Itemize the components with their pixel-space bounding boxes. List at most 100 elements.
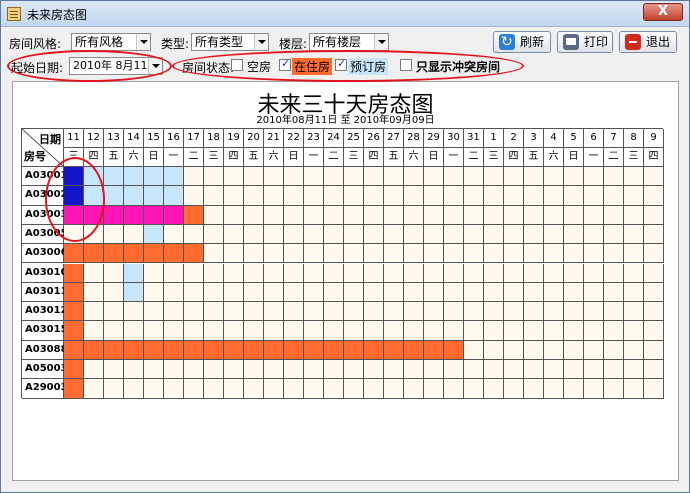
room-day-cell[interactable] xyxy=(224,167,244,187)
room-day-cell[interactable] xyxy=(324,340,344,360)
room-day-cell[interactable] xyxy=(464,186,484,206)
room-day-cell[interactable] xyxy=(404,224,424,245)
room-day-cell[interactable] xyxy=(504,302,524,322)
room-day-cell[interactable] xyxy=(584,224,604,245)
room-day-cell[interactable] xyxy=(84,244,104,264)
room-day-cell[interactable] xyxy=(384,263,404,283)
room-day-cell[interactable] xyxy=(264,167,284,187)
room-day-cell[interactable] xyxy=(404,302,424,322)
room-day-cell[interactable] xyxy=(424,321,444,341)
room-day-cell[interactable] xyxy=(244,379,264,399)
room-day-cell[interactable] xyxy=(424,360,444,380)
room-day-cell[interactable] xyxy=(104,360,124,380)
room-day-cell[interactable] xyxy=(524,282,544,303)
room-day-cell[interactable] xyxy=(244,340,264,360)
room-day-cell[interactable] xyxy=(144,186,164,206)
room-day-cell[interactable] xyxy=(144,167,164,187)
room-day-cell[interactable] xyxy=(564,379,584,399)
room-day-cell[interactable] xyxy=(624,205,644,225)
room-day-cell[interactable] xyxy=(104,379,124,399)
room-day-cell[interactable] xyxy=(624,224,644,245)
room-day-cell[interactable] xyxy=(624,321,644,341)
room-day-cell[interactable] xyxy=(324,302,344,322)
room-day-cell[interactable] xyxy=(264,340,284,360)
room-day-cell[interactable] xyxy=(424,186,444,206)
room-day-cell[interactable] xyxy=(524,379,544,399)
room-day-cell[interactable] xyxy=(504,321,524,341)
room-day-cell[interactable] xyxy=(184,302,204,322)
room-day-cell[interactable] xyxy=(284,224,304,245)
room-day-cell[interactable] xyxy=(444,282,464,303)
room-day-cell[interactable] xyxy=(584,263,604,283)
room-day-cell[interactable] xyxy=(324,205,344,225)
room-day-cell[interactable] xyxy=(484,263,504,283)
room-day-cell[interactable] xyxy=(544,224,564,245)
room-day-cell[interactable] xyxy=(384,244,404,264)
room-day-cell[interactable] xyxy=(604,244,624,264)
room-day-cell[interactable] xyxy=(84,340,104,360)
room-day-cell[interactable] xyxy=(444,340,464,360)
room-day-cell[interactable] xyxy=(84,302,104,322)
room-day-cell[interactable] xyxy=(304,360,324,380)
room-day-cell[interactable] xyxy=(404,167,424,187)
room-day-cell[interactable] xyxy=(504,379,524,399)
room-day-cell[interactable] xyxy=(364,321,384,341)
room-day-cell[interactable] xyxy=(224,379,244,399)
room-day-cell[interactable] xyxy=(624,186,644,206)
room-day-cell[interactable] xyxy=(344,167,364,187)
room-day-cell[interactable] xyxy=(404,360,424,380)
room-day-cell[interactable] xyxy=(304,282,324,303)
room-day-cell[interactable] xyxy=(464,302,484,322)
room-day-cell[interactable] xyxy=(484,186,504,206)
room-day-cell[interactable] xyxy=(244,263,264,283)
room-day-cell[interactable] xyxy=(484,205,504,225)
room-day-cell[interactable] xyxy=(584,244,604,264)
room-day-cell[interactable] xyxy=(484,244,504,264)
room-day-cell[interactable] xyxy=(264,205,284,225)
room-day-cell[interactable] xyxy=(524,302,544,322)
room-day-cell[interactable] xyxy=(144,205,164,225)
exit-button[interactable]: 退出 xyxy=(619,31,677,53)
room-day-cell[interactable] xyxy=(384,360,404,380)
room-day-cell[interactable] xyxy=(504,167,524,187)
room-day-cell[interactable] xyxy=(424,205,444,225)
room-day-cell[interactable] xyxy=(244,244,264,264)
room-day-cell[interactable] xyxy=(564,263,584,283)
room-day-cell[interactable] xyxy=(384,224,404,245)
room-day-cell[interactable] xyxy=(64,360,84,380)
room-day-cell[interactable] xyxy=(404,205,424,225)
room-day-cell[interactable] xyxy=(504,186,524,206)
room-day-cell[interactable] xyxy=(584,321,604,341)
room-day-cell[interactable] xyxy=(264,379,284,399)
room-day-cell[interactable] xyxy=(404,263,424,283)
room-day-cell[interactable] xyxy=(164,167,184,187)
room-day-cell[interactable] xyxy=(164,360,184,380)
room-day-cell[interactable] xyxy=(324,244,344,264)
room-day-cell[interactable] xyxy=(604,186,624,206)
room-day-cell[interactable] xyxy=(324,224,344,245)
room-day-cell[interactable] xyxy=(84,263,104,283)
room-day-cell[interactable] xyxy=(104,302,124,322)
room-day-cell[interactable] xyxy=(604,340,624,360)
room-day-cell[interactable] xyxy=(644,302,664,322)
room-day-cell[interactable] xyxy=(224,244,244,264)
room-day-cell[interactable] xyxy=(524,340,544,360)
room-day-cell[interactable] xyxy=(364,340,384,360)
room-day-cell[interactable] xyxy=(344,224,364,245)
room-day-cell[interactable] xyxy=(364,167,384,187)
room-day-cell[interactable] xyxy=(164,321,184,341)
room-day-cell[interactable] xyxy=(404,244,424,264)
room-day-cell[interactable] xyxy=(544,167,564,187)
room-day-cell[interactable] xyxy=(144,340,164,360)
room-day-cell[interactable] xyxy=(124,360,144,380)
room-day-cell[interactable] xyxy=(624,340,644,360)
room-day-cell[interactable] xyxy=(164,244,184,264)
room-day-cell[interactable] xyxy=(524,263,544,283)
room-day-cell[interactable] xyxy=(424,244,444,264)
room-day-cell[interactable] xyxy=(584,340,604,360)
room-day-cell[interactable] xyxy=(344,186,364,206)
room-day-cell[interactable] xyxy=(304,167,324,187)
room-day-cell[interactable] xyxy=(564,244,584,264)
room-day-cell[interactable] xyxy=(364,379,384,399)
room-day-cell[interactable] xyxy=(224,302,244,322)
